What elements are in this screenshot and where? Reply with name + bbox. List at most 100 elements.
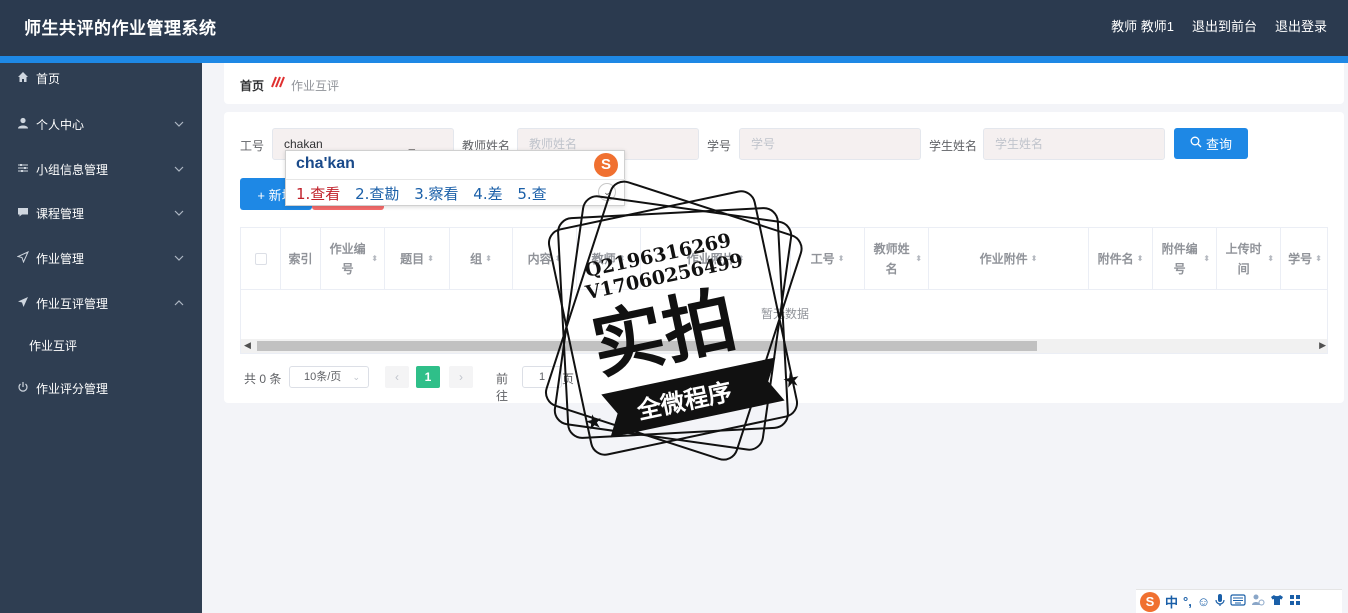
microphone-icon[interactable] bbox=[1215, 593, 1225, 610]
student-name-input[interactable] bbox=[983, 128, 1165, 160]
emoji-icon[interactable]: ☺ bbox=[1197, 594, 1210, 609]
sort-icon: ⬍ bbox=[1136, 254, 1144, 263]
column-header[interactable]: 教师 ⬍ bbox=[577, 228, 641, 290]
top-header: 师生共评的作业管理系统 教师 教师1 退出到前台 退出登录 bbox=[0, 0, 1348, 56]
breadcrumb: 首页 作业互评 bbox=[224, 63, 1344, 104]
ime-candidate[interactable]: 1.查看 bbox=[296, 185, 340, 203]
ime-candidate[interactable]: 5.查 bbox=[517, 185, 546, 203]
ime-status-bar: S 中 °, ☺ bbox=[1136, 589, 1342, 613]
sidebar-item-personal[interactable]: 个人中心 bbox=[0, 109, 202, 139]
sidebar-item-course[interactable]: 课程管理 bbox=[0, 198, 202, 228]
column-header[interactable]: 附件名 ⬍ bbox=[1089, 228, 1153, 290]
sidebar-item-label: 首页 bbox=[36, 71, 61, 86]
current-user[interactable]: 教师 教师1 bbox=[1111, 16, 1174, 35]
ime-mode[interactable]: 中 bbox=[1165, 592, 1178, 611]
staff-id-label: 工号 bbox=[240, 139, 265, 153]
student-name-label: 学生姓名 bbox=[929, 139, 978, 153]
scroll-left-icon[interactable]: ◀ bbox=[244, 340, 251, 351]
chevron-up-icon bbox=[174, 298, 184, 308]
sidebar: 首页 个人中心 小组信息管理 课程管理 作业管理 作业互评管理 作业互评 作业评… bbox=[0, 63, 202, 613]
sort-icon: ⬍ bbox=[915, 254, 922, 263]
sidebar-item-homework[interactable]: 作业管理 bbox=[0, 243, 202, 273]
column-header[interactable]: 附件编号 ⬍ bbox=[1153, 228, 1217, 290]
breadcrumb-separator-icon bbox=[270, 75, 286, 92]
search-icon bbox=[1190, 136, 1202, 151]
scrollbar-thumb[interactable] bbox=[257, 341, 1037, 351]
breadcrumb-home[interactable]: 首页 bbox=[240, 77, 264, 94]
sidebar-item-peer-review[interactable]: 作业互评 bbox=[0, 330, 202, 360]
user-icon[interactable] bbox=[1251, 593, 1265, 610]
column-header[interactable]: 学号 ⬍ bbox=[1281, 228, 1327, 290]
chevron-down-icon bbox=[174, 208, 184, 218]
column-header[interactable]: 上传时间 ⬍ bbox=[1217, 228, 1281, 290]
ime-candidate[interactable]: 4.差 bbox=[473, 185, 502, 203]
sidebar-item-grading[interactable]: 作业评分管理 bbox=[0, 373, 202, 403]
sort-icon: ⬍ bbox=[1203, 254, 1210, 263]
select-all-checkbox[interactable] bbox=[254, 253, 267, 265]
exit-to-front-link[interactable]: 退出到前台 bbox=[1192, 16, 1257, 35]
prev-page-button[interactable]: ‹ bbox=[385, 366, 409, 388]
goto-label: 前往 bbox=[496, 372, 509, 403]
message-icon bbox=[16, 206, 30, 221]
column-header[interactable]: 内容 ⬍ bbox=[513, 228, 577, 290]
home-icon bbox=[16, 71, 30, 86]
column-header[interactable]: 题目 ⬍ bbox=[385, 228, 450, 290]
sort-icon: ⬍ bbox=[371, 254, 378, 263]
scroll-right-icon[interactable]: ▶ bbox=[1319, 340, 1326, 351]
sidebar-item-home[interactable]: 首页 bbox=[0, 63, 202, 93]
sidebar-item-label: 作业互评 bbox=[29, 338, 78, 353]
student-id-input[interactable] bbox=[739, 128, 921, 160]
sogou-logo-icon[interactable]: S bbox=[1140, 591, 1160, 612]
column-header[interactable]: 作业附件 ⬍ bbox=[929, 228, 1089, 290]
next-page-button[interactable]: › bbox=[449, 366, 473, 388]
ime-candidates: 1.查看 2.查勘 3.察看 4.差 5.查 bbox=[296, 183, 557, 204]
column-header[interactable]: 作业照片 ⬍ bbox=[641, 228, 791, 290]
sidebar-item-label: 作业互评管理 bbox=[36, 296, 109, 311]
horizontal-scrollbar[interactable]: ◀ ▶ bbox=[241, 339, 1327, 353]
goto-page-input[interactable]: 1 bbox=[522, 366, 562, 388]
sidebar-item-group[interactable]: 小组信息管理 bbox=[0, 154, 202, 184]
sliders-icon bbox=[16, 162, 30, 177]
toolbox-icon[interactable] bbox=[1289, 594, 1301, 609]
sort-icon: ⬍ bbox=[485, 254, 492, 263]
column-header[interactable]: 组 ⬍ bbox=[450, 228, 513, 290]
logout-link[interactable]: 退出登录 bbox=[1275, 16, 1327, 35]
page-number-current[interactable]: 1 bbox=[416, 366, 440, 388]
sidebar-item-peer-review-mgmt[interactable]: 作业互评管理 bbox=[0, 288, 202, 318]
search-button[interactable]: 查询 bbox=[1174, 128, 1248, 159]
skin-icon[interactable] bbox=[1270, 594, 1284, 609]
chevron-down-icon: ⌄ bbox=[352, 372, 360, 382]
page-word: 页 bbox=[562, 372, 575, 386]
student-id-label: 学号 bbox=[707, 139, 732, 153]
chevron-down-icon bbox=[174, 119, 184, 129]
select-all-cell bbox=[241, 228, 281, 290]
chevron-down-icon bbox=[174, 164, 184, 174]
column-header[interactable]: 教师姓名 ⬍ bbox=[865, 228, 929, 290]
column-header[interactable]: 作业编号 ⬍ bbox=[321, 228, 385, 290]
total-count: 共 0 条 bbox=[244, 372, 282, 386]
ime-candidate-popup: cha'kan S 1.查看 2.查勘 3.察看 4.差 5.查 ⌄ bbox=[285, 150, 626, 206]
app-title: 师生共评的作业管理系统 bbox=[24, 19, 217, 38]
keyboard-icon[interactable] bbox=[1230, 594, 1246, 609]
ime-candidate[interactable]: 2.查勘 bbox=[355, 185, 399, 203]
column-header[interactable]: 工号 ⬍ bbox=[791, 228, 865, 290]
column-header[interactable]: 索引 bbox=[281, 228, 321, 290]
sidebar-item-label: 个人中心 bbox=[36, 117, 85, 132]
chevron-down-icon bbox=[174, 253, 184, 263]
empty-text: 暂无数据 bbox=[760, 307, 809, 321]
sort-icon: ⬍ bbox=[618, 254, 626, 263]
sidebar-item-label: 课程管理 bbox=[36, 206, 85, 221]
sort-icon: ⬍ bbox=[554, 254, 562, 263]
ime-expand-icon[interactable]: ⌄ bbox=[598, 183, 616, 201]
ime-candidate[interactable]: 3.察看 bbox=[414, 185, 458, 203]
star-icon: ★ bbox=[583, 410, 605, 435]
ime-punctuation[interactable]: °, bbox=[1183, 594, 1192, 609]
sort-icon: ⬍ bbox=[1315, 254, 1322, 263]
ime-pinyin: cha'kan bbox=[296, 155, 355, 172]
breadcrumb-current: 作业互评 bbox=[291, 79, 340, 93]
page-size-select[interactable]: 10条/页 ⌄ bbox=[289, 366, 369, 388]
sort-icon: ⬍ bbox=[837, 254, 845, 263]
sort-icon: ⬍ bbox=[1267, 254, 1274, 263]
sidebar-item-label: 小组信息管理 bbox=[36, 162, 109, 177]
send-icon bbox=[16, 250, 30, 266]
